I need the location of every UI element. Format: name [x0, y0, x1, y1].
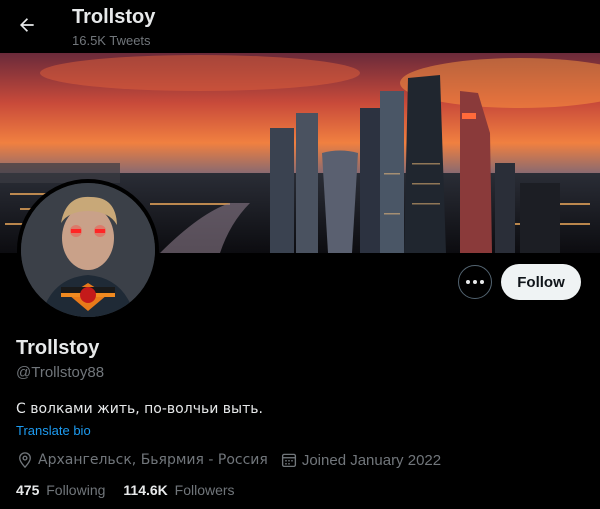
location: Архангельск, Бьярмия - Россия [16, 451, 268, 469]
more-button[interactable] [458, 265, 492, 299]
followers-link[interactable]: 114.6K Followers [123, 482, 234, 498]
calendar-icon [280, 451, 298, 469]
joined-text: Joined January 2022 [301, 451, 442, 469]
handle: @Trollstoy88 [16, 364, 105, 381]
more-icon-dot [473, 280, 477, 284]
following-link[interactable]: 475 Following [16, 482, 105, 498]
joined: Joined January 2022 [280, 451, 441, 469]
following-label: Following [46, 482, 106, 498]
translate-bio-link[interactable]: Translate bio [16, 423, 91, 438]
following-count: 475 [16, 482, 40, 498]
avatar-image [21, 183, 155, 317]
avatar[interactable] [17, 179, 159, 321]
followers-label: Followers [174, 482, 235, 498]
more-icon [466, 280, 470, 284]
back-arrow-icon [20, 18, 34, 32]
tweet-count: 16.5K Tweets [72, 33, 151, 48]
back-button[interactable] [10, 8, 44, 42]
location-icon [16, 451, 34, 469]
profile-stats: 475 Following 114.6K Followers [16, 482, 253, 498]
top-bar: Trollstoy 16.5K Tweets [0, 0, 600, 53]
follow-button[interactable]: Follow [501, 264, 581, 300]
followers-count: 114.6K [123, 482, 168, 498]
display-name: Trollstoy [16, 337, 100, 359]
header-title: Trollstoy [72, 6, 156, 28]
profile-meta: Архангельск, Бьярмия - Россия Joined Jan… [16, 450, 453, 470]
more-icon-dot [480, 280, 484, 284]
location-text: Архангельск, Бьярмия - Россия [38, 452, 268, 468]
bio: С волками жить, по-волчьи выть. [16, 401, 263, 417]
